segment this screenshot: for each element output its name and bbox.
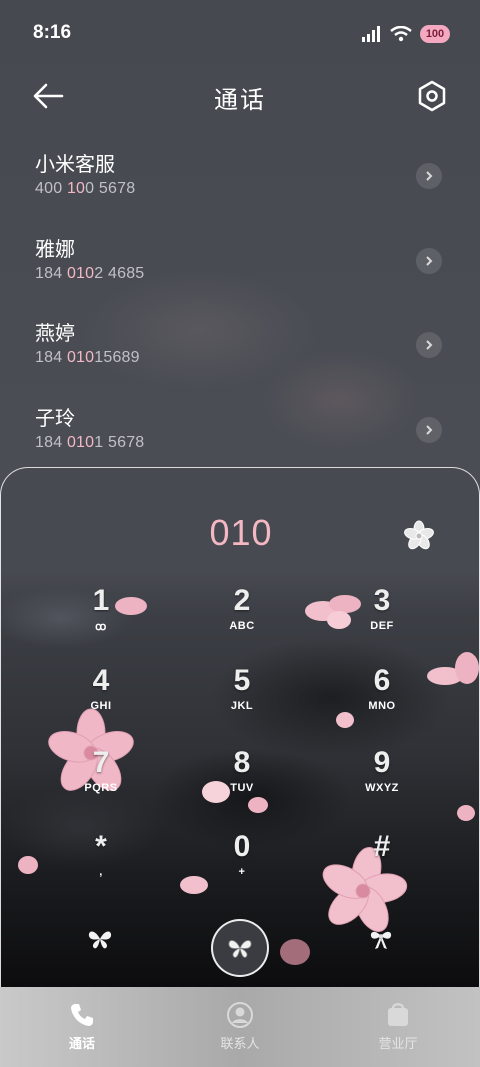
bottom-navigation: 通话 联系人 营业厅 [0, 987, 480, 1067]
key-digit: 9 [373, 746, 391, 779]
contact-name: 雅娜 [35, 236, 75, 261]
header: 通话 [0, 68, 480, 124]
contact-person-icon [227, 1002, 253, 1028]
key-letters: WXYZ [365, 782, 399, 794]
key-digit: 4 [92, 664, 110, 697]
key-digit: 0 [233, 830, 251, 863]
status-icons: 100 [362, 22, 450, 46]
dial-key-star[interactable]: * , [46, 830, 156, 900]
dial-key-0[interactable]: 0 + [187, 830, 297, 900]
key-letters: JKL [230, 700, 254, 712]
nav-tab-service-hall[interactable]: 营业厅 [348, 1001, 448, 1052]
contact-number: 184 0101 5678 [35, 433, 145, 451]
phone-icon [71, 1004, 93, 1026]
key-digit: 3 [373, 584, 391, 617]
sakura-petal-decoration [280, 939, 310, 965]
key-digit: * [95, 830, 107, 863]
butterfly-icon[interactable] [87, 927, 113, 951]
dial-key-2[interactable]: 2 ABC [187, 584, 297, 654]
nav-tab-calls[interactable]: 通话 [32, 1001, 132, 1052]
key-letters: GHI [90, 700, 112, 712]
contact-item[interactable]: 小米客服 400 100 5678 [0, 134, 480, 219]
shopping-bag-icon [388, 1003, 408, 1026]
bow-icon[interactable] [368, 927, 394, 951]
key-digit: 1 [92, 584, 110, 617]
key-letters: PQRS [84, 782, 118, 794]
nav-label: 营业厅 [378, 1037, 418, 1052]
contact-number: 400 100 5678 [35, 180, 136, 197]
key-letters: DEF [370, 620, 394, 632]
flower-icon[interactable] [403, 520, 435, 552]
butterfly-call-icon [228, 940, 252, 958]
call-button[interactable] [211, 919, 269, 977]
contact-suggestion-list: 小米客服 400 100 5678 雅娜 184 0102 4685 燕婷 18… [0, 134, 480, 472]
contact-name: 子玲 [35, 405, 75, 430]
chevron-right-icon[interactable] [416, 332, 442, 358]
key-digit: 2 [233, 584, 251, 617]
contact-item[interactable]: 燕婷 184 01015689 [0, 303, 480, 388]
status-bar: 8:16 100 [0, 0, 480, 68]
contact-item[interactable]: 子玲 184 0101 5678 [0, 388, 480, 473]
dial-key-1[interactable]: 1 ꝏ [46, 584, 156, 654]
settings-hexagon-icon[interactable] [414, 78, 450, 114]
nav-label: 联系人 [220, 1037, 260, 1052]
nav-label: 通话 [68, 1037, 95, 1052]
dial-key-8[interactable]: 8 TUV [187, 746, 297, 816]
contact-item[interactable]: 雅娜 184 0102 4685 [0, 219, 480, 304]
voicemail-icon: ꝏ [95, 621, 107, 633]
dial-key-3[interactable]: 3 DEF [327, 584, 437, 654]
wifi-icon [390, 26, 412, 42]
chevron-right-icon[interactable] [416, 163, 442, 189]
dial-key-9[interactable]: 9 WXYZ [327, 746, 437, 816]
sakura-petal-decoration [18, 856, 38, 874]
chevron-right-icon[interactable] [416, 247, 442, 274]
contact-name: 燕婷 [35, 321, 75, 345]
dial-key-6[interactable]: 6 MNO [327, 664, 437, 734]
dialpad-panel: 010 1 ꝏ 2 ABC 3 DEF 4 GHI 5 JKL 6 MNO 7 [0, 467, 480, 987]
contact-number: 184 01015689 [35, 349, 140, 366]
chevron-right-icon[interactable] [416, 416, 442, 443]
contact-number: 184 0102 4685 [35, 264, 145, 282]
key-letters: MNO [368, 700, 396, 712]
page-title: 通话 [214, 86, 266, 114]
dial-key-4[interactable]: 4 GHI [46, 664, 156, 734]
sakura-petal-decoration [457, 805, 475, 821]
key-digit: # [373, 830, 391, 863]
key-digit: 6 [373, 664, 391, 697]
key-digit: 5 [233, 664, 251, 697]
key-letters: TUV [230, 782, 254, 794]
status-time: 8:16 [33, 22, 72, 43]
key-digit: 7 [92, 746, 110, 779]
dial-key-5[interactable]: 5 JKL [187, 664, 297, 734]
nav-tab-contacts[interactable]: 联系人 [190, 1001, 290, 1052]
key-letters: ABC [229, 620, 255, 632]
key-letters: + [238, 866, 246, 878]
dial-key-hash[interactable]: # [327, 830, 437, 900]
signal-icon [362, 26, 380, 42]
battery-icon: 100 [420, 25, 450, 43]
key-digit: 8 [233, 746, 251, 779]
key-letters: , [99, 866, 103, 878]
contact-name: 小米客服 [35, 152, 115, 176]
dial-key-7[interactable]: 7 PQRS [46, 746, 156, 816]
